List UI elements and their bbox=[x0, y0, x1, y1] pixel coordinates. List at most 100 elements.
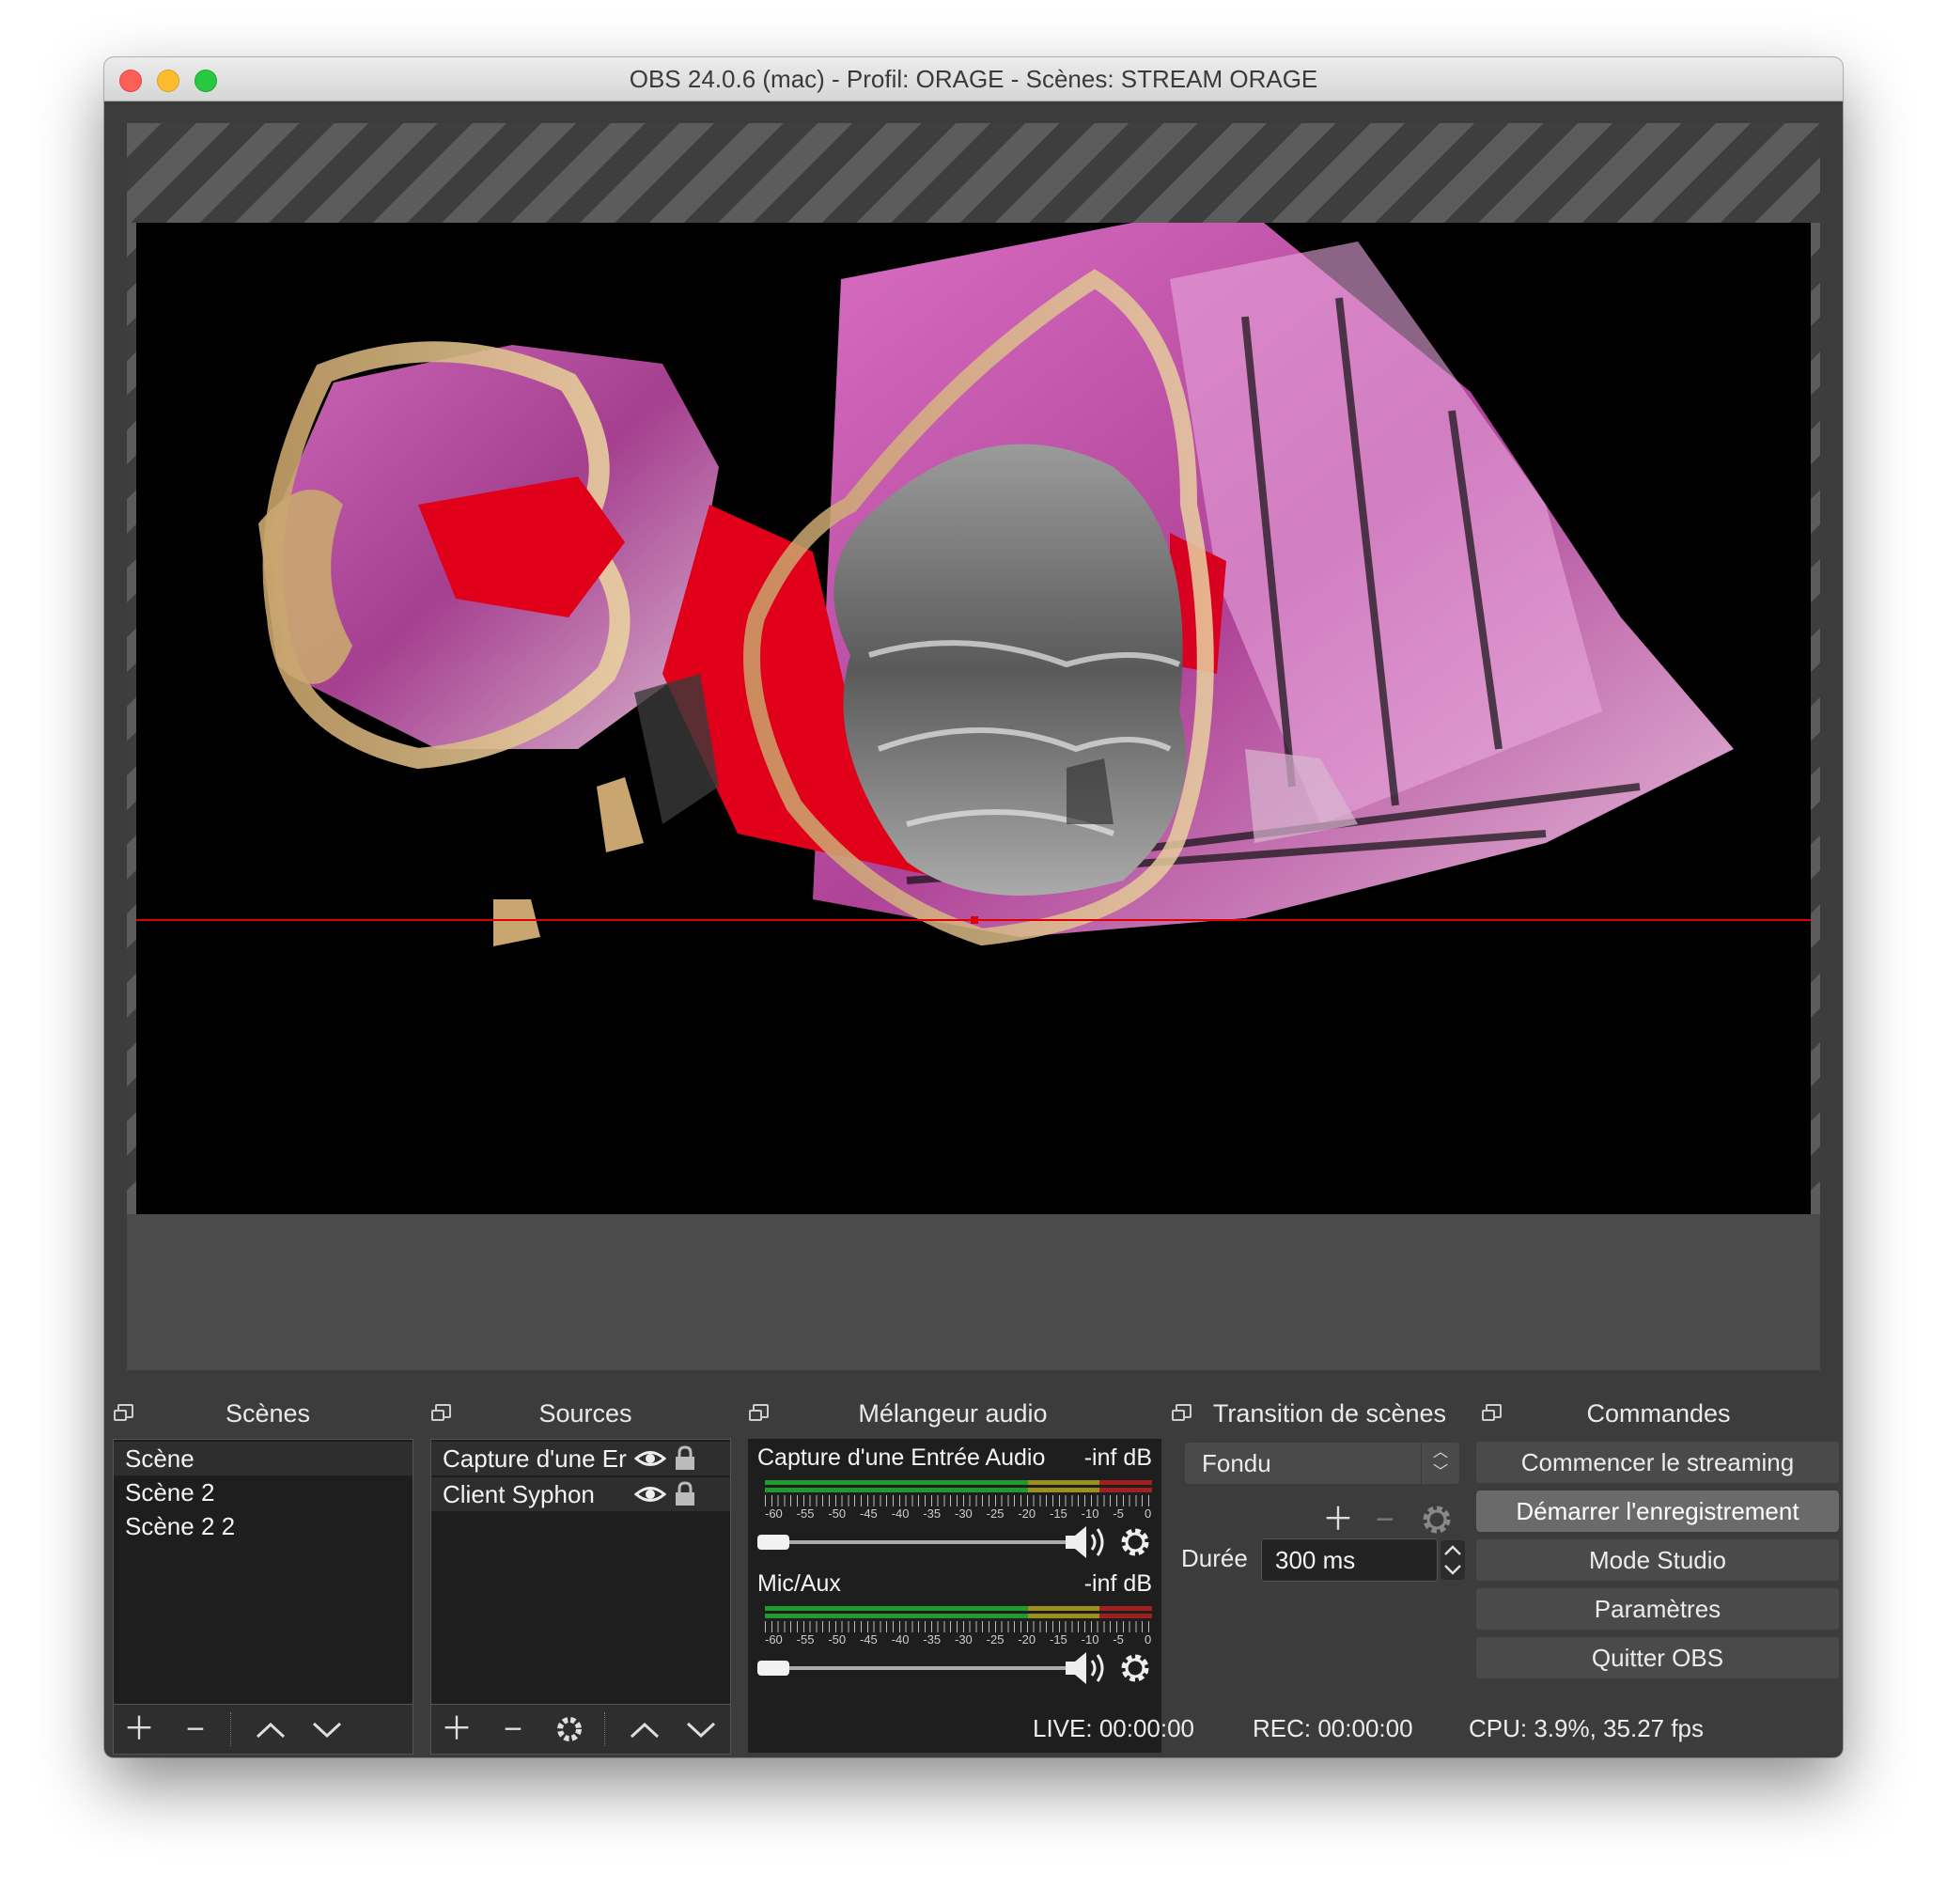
window-title: OBS 24.0.6 (mac) - Profil: ORAGE - Scène… bbox=[629, 65, 1318, 93]
audio-settings-gear-icon[interactable] bbox=[1118, 1651, 1152, 1685]
meter-scale-label: -5 bbox=[1113, 1632, 1124, 1646]
toolbar-separator bbox=[230, 1712, 233, 1746]
undock-icon[interactable] bbox=[431, 1404, 451, 1421]
duration-label: Durée bbox=[1181, 1544, 1248, 1572]
meter-scale-label: -55 bbox=[796, 1506, 815, 1521]
duration-spinbox[interactable]: 300 ms bbox=[1261, 1538, 1438, 1582]
preview-out-of-bounds-top bbox=[127, 123, 1820, 223]
sources-list[interactable]: Capture d'une Er Client Syphon ＋ − bbox=[430, 1439, 731, 1755]
transition-dock-header: Transition de scènes bbox=[1166, 1396, 1472, 1431]
volume-meter-red bbox=[1099, 1480, 1152, 1485]
meter-scale-label: -50 bbox=[828, 1632, 847, 1646]
meter-scale-label: -15 bbox=[1050, 1632, 1067, 1646]
move-source-up-icon[interactable] bbox=[623, 1705, 666, 1754]
meter-scale-label: -25 bbox=[986, 1506, 1005, 1521]
mixer-channel-level: -inf dB bbox=[1083, 1444, 1152, 1471]
move-source-down-icon[interactable] bbox=[679, 1705, 723, 1754]
remove-scene-icon[interactable]: − bbox=[174, 1705, 217, 1754]
meter-ticks bbox=[765, 1495, 1152, 1506]
volume-meter-green bbox=[765, 1488, 1028, 1492]
transition-properties-gear-icon[interactable] bbox=[1420, 1503, 1454, 1537]
volume-meter-red bbox=[1099, 1606, 1152, 1611]
start-streaming-button[interactable]: Commencer le streaming bbox=[1476, 1442, 1839, 1483]
meter-scale-label: -35 bbox=[923, 1632, 942, 1646]
volume-meter-yellow bbox=[1028, 1606, 1099, 1611]
scene-item[interactable]: Scène bbox=[114, 1442, 413, 1475]
transform-handle-bottom[interactable] bbox=[971, 916, 978, 924]
source-properties-gear-icon[interactable] bbox=[548, 1705, 591, 1754]
meter-scale-label: 0 bbox=[1145, 1632, 1152, 1646]
cpu-status: CPU: 3.9%, 35.27 fps bbox=[1469, 1714, 1705, 1742]
remove-transition-icon[interactable]: − bbox=[1363, 1495, 1407, 1544]
undock-icon[interactable] bbox=[1482, 1404, 1502, 1421]
speaker-icon[interactable] bbox=[1064, 1649, 1109, 1687]
studio-mode-button[interactable]: Mode Studio bbox=[1476, 1539, 1839, 1581]
lock-icon[interactable] bbox=[674, 1445, 696, 1472]
source-label: Capture d'une Er bbox=[443, 1444, 627, 1473]
transition-selected-value: Fondu bbox=[1202, 1449, 1271, 1477]
volume-slider-track[interactable] bbox=[769, 1666, 1077, 1670]
preview-canvas[interactable] bbox=[136, 223, 1811, 1214]
chevron-updown-icon: ︿ ﹀ bbox=[1421, 1443, 1459, 1484]
meter-scale-label: -5 bbox=[1113, 1506, 1124, 1521]
source-item[interactable]: Client Syphon bbox=[431, 1477, 730, 1511]
start-recording-button[interactable]: Démarrer l'enregistrement bbox=[1476, 1490, 1839, 1532]
scene-item[interactable]: Scène 2 2 bbox=[114, 1509, 413, 1543]
meter-ticks bbox=[765, 1621, 1152, 1632]
meter-scale-label: -30 bbox=[955, 1632, 973, 1646]
add-transition-icon[interactable]: ＋ bbox=[1316, 1495, 1360, 1544]
preview-area[interactable] bbox=[127, 123, 1820, 1370]
preview-out-of-bounds-right bbox=[1811, 223, 1820, 1214]
settings-button[interactable]: Paramètres bbox=[1476, 1588, 1839, 1630]
toolbar-separator bbox=[604, 1712, 607, 1746]
move-scene-up-icon[interactable] bbox=[249, 1705, 292, 1754]
volume-slider-handle[interactable] bbox=[757, 1535, 789, 1550]
scenes-list[interactable]: Scène Scène 2 Scène 2 2 ＋ − bbox=[113, 1439, 413, 1755]
transition-dock-title: Transition de scènes bbox=[1212, 1399, 1447, 1428]
volume-meter-green bbox=[765, 1606, 1028, 1611]
add-scene-icon[interactable]: ＋ bbox=[117, 1705, 161, 1754]
preview-out-of-bounds-left bbox=[127, 223, 136, 1214]
volume-meter-yellow bbox=[1028, 1614, 1099, 1618]
audio-mixer: Capture d'une Entrée Audio -inf dB -60 -5… bbox=[748, 1439, 1161, 1753]
speaker-icon[interactable] bbox=[1064, 1523, 1109, 1561]
lock-icon[interactable] bbox=[674, 1481, 696, 1507]
scenes-dock-header: Scènes bbox=[108, 1396, 428, 1431]
visibility-eye-icon[interactable] bbox=[634, 1484, 666, 1505]
meter-scale: -60 -55 -50 -45 -40 -35 -30 -25 -20 -15 -10 -5 0 bbox=[757, 1506, 1152, 1522]
volume-meter-yellow bbox=[1028, 1480, 1099, 1485]
move-scene-down-icon[interactable] bbox=[305, 1705, 349, 1754]
source-item[interactable]: Capture d'une Er bbox=[431, 1442, 730, 1475]
meter-scale-label: -40 bbox=[891, 1506, 910, 1521]
visibility-eye-icon[interactable] bbox=[634, 1448, 666, 1469]
scenes-dock-title: Scènes bbox=[225, 1399, 311, 1428]
obs-window: OBS 24.0.6 (mac) - Profil: ORAGE - Scène… bbox=[104, 57, 1843, 1757]
audio-settings-gear-icon[interactable] bbox=[1118, 1525, 1152, 1559]
duration-stepper-icon[interactable] bbox=[1441, 1540, 1465, 1580]
duration-value: 300 ms bbox=[1275, 1546, 1356, 1574]
mixer-dock-title: Mélangeur audio bbox=[858, 1399, 1048, 1428]
remove-source-icon[interactable]: − bbox=[491, 1705, 535, 1754]
meter-scale-label: -10 bbox=[1081, 1506, 1099, 1521]
volume-slider-handle[interactable] bbox=[757, 1661, 789, 1676]
meter-scale-label: -10 bbox=[1081, 1632, 1099, 1646]
controls-dock-title: Commandes bbox=[1586, 1399, 1731, 1428]
volume-meter-yellow bbox=[1028, 1488, 1099, 1492]
scene-item[interactable]: Scène 2 bbox=[114, 1475, 413, 1509]
title-bar: OBS 24.0.6 (mac) - Profil: ORAGE - Scène… bbox=[104, 57, 1843, 101]
undock-icon[interactable] bbox=[1172, 1404, 1192, 1421]
meter-scale-label: -50 bbox=[828, 1506, 847, 1521]
volume-slider-track[interactable] bbox=[769, 1540, 1077, 1544]
sources-toolbar: ＋ − bbox=[431, 1704, 730, 1754]
meter-scale-label: -60 bbox=[765, 1506, 783, 1521]
transition-select[interactable]: Fondu ︿ ﹀ bbox=[1185, 1443, 1459, 1484]
exit-button[interactable]: Quitter OBS bbox=[1476, 1637, 1839, 1678]
add-source-icon[interactable]: ＋ bbox=[435, 1705, 478, 1754]
undock-icon[interactable] bbox=[114, 1404, 133, 1421]
source-label: Client Syphon bbox=[443, 1480, 595, 1508]
volume-meter-green bbox=[765, 1614, 1028, 1618]
meter-scale-label: -35 bbox=[923, 1506, 942, 1521]
undock-icon[interactable] bbox=[749, 1404, 769, 1421]
meter-scale-label: -40 bbox=[891, 1632, 910, 1646]
scenes-toolbar: ＋ − bbox=[114, 1704, 413, 1754]
